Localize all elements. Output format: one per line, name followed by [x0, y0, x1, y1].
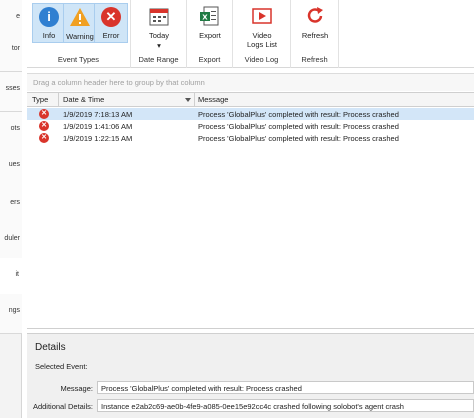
video-logs-list-button[interactable]: Video Logs List: [241, 3, 283, 49]
export-button[interactable]: X Export: [193, 3, 227, 43]
grid-header: Type Date & Time Message: [27, 93, 474, 107]
ribbon-group-export: X Export Export: [187, 0, 233, 68]
nav-item-8-selected[interactable]: it: [0, 258, 22, 298]
export-label: Export: [199, 31, 221, 40]
row-datetime: 1/9/2019 1:41:06 AM: [63, 122, 133, 131]
date-range-group-label: Date Range: [138, 55, 179, 64]
nav-item-2[interactable]: tor: [0, 32, 22, 72]
nav-item-label: tor: [11, 45, 20, 52]
nav-item-4[interactable]: ots: [0, 112, 22, 152]
video-logs-list-label-1: Video: [252, 31, 272, 40]
additional-details-label: Additional Details:: [32, 402, 93, 411]
column-header-type[interactable]: Type: [32, 95, 48, 104]
event-log-window: e tor sses ots ues ers duler it ngs i In…: [0, 0, 474, 418]
video-log-group-label: Video Log: [244, 55, 279, 64]
details-title: Details: [35, 342, 66, 353]
event-types-group-label: Event Types: [57, 55, 100, 64]
error-label: Error: [102, 31, 120, 40]
warning-icon: [70, 8, 90, 26]
nav-item-3[interactable]: sses: [0, 72, 22, 112]
nav-item-6[interactable]: ers: [0, 186, 22, 226]
nav-item-label: it: [15, 271, 20, 278]
ribbon-group-video-log: Video Logs List Video Log: [233, 0, 291, 68]
nav-item-5[interactable]: ues: [0, 148, 22, 188]
video-icon: [252, 8, 272, 24]
nav-item-label: ers: [10, 199, 20, 206]
left-navigation: e tor sses ots ues ers duler it ngs: [0, 0, 22, 418]
error-icon: ✕: [39, 109, 49, 119]
selected-event-label: Selected Event:: [35, 362, 88, 371]
today-dropdown-button[interactable]: Today ▾: [142, 3, 176, 50]
column-divider: [58, 93, 59, 107]
nav-item-9[interactable]: ngs: [0, 294, 22, 334]
row-datetime: 1/9/2019 1:22:15 AM: [63, 134, 133, 143]
warning-label: Warning: [66, 32, 94, 41]
group-by-panel[interactable]: Drag a column header here to group by th…: [27, 73, 474, 91]
row-datetime: 1/9/2019 7:18:13 AM: [63, 110, 133, 119]
ribbon-group-event-types: i Info Warning ✕ Error Event Types: [27, 0, 131, 68]
table-row[interactable]: ✕ 1/9/2019 7:18:13 AM Process 'GlobalPlu…: [27, 108, 474, 120]
table-row[interactable]: ✕ 1/9/2019 1:41:06 AM Process 'GlobalPlu…: [27, 120, 474, 132]
ribbon-group-date-range: Today ▾ Date Range: [131, 0, 187, 68]
events-grid: Type Date & Time Message ✕ 1/9/2019 7:18…: [27, 92, 474, 329]
column-divider: [194, 93, 195, 107]
export-group-label: Export: [198, 55, 221, 64]
nav-item-7[interactable]: duler: [0, 222, 22, 262]
calendar-icon: [149, 8, 169, 26]
svg-text:X: X: [202, 14, 208, 22]
video-logs-list-label-2: Logs List: [246, 40, 278, 49]
sort-descending-icon: [185, 98, 191, 102]
row-message: Process 'GlobalPlus' completed with resu…: [198, 134, 399, 143]
info-icon: i: [39, 7, 59, 27]
refresh-icon: [307, 7, 323, 23]
nav-item-label: ues: [8, 161, 20, 168]
column-header-datetime[interactable]: Date & Time: [63, 95, 104, 104]
details-panel: Details Selected Event: Message: Process…: [27, 333, 474, 418]
nav-item-label: ots: [10, 125, 20, 132]
ribbon-toolbar: i Info Warning ✕ Error Event Types Today…: [27, 0, 474, 68]
info-toggle-button[interactable]: i Info: [32, 3, 66, 43]
ribbon-group-refresh: Refresh Refresh: [291, 0, 339, 68]
error-icon: ✕: [39, 133, 49, 143]
row-message: Process 'GlobalPlus' completed with resu…: [198, 122, 399, 131]
chevron-down-icon: ▾: [157, 41, 161, 50]
nav-item-label: sses: [5, 85, 20, 92]
message-label: Message:: [60, 384, 93, 393]
warning-toggle-button[interactable]: Warning: [63, 3, 97, 43]
group-by-hint: Drag a column header here to group by th…: [33, 78, 205, 87]
error-toggle-button[interactable]: ✕ Error: [94, 3, 128, 43]
column-header-message[interactable]: Message: [198, 95, 228, 104]
additional-details-field[interactable]: Instance e2ab2c69-ae0b-4fe9-a085-0ee15e9…: [97, 399, 474, 412]
info-label: Info: [42, 31, 56, 40]
error-icon: ✕: [39, 121, 49, 131]
nav-item-label: ngs: [8, 307, 20, 314]
excel-export-icon: X: [200, 6, 219, 26]
today-label: Today: [148, 31, 169, 40]
row-message: Process 'GlobalPlus' completed with resu…: [198, 110, 399, 119]
table-row[interactable]: ✕ 1/9/2019 1:22:15 AM Process 'GlobalPlu…: [27, 132, 474, 144]
refresh-label: Refresh: [301, 31, 329, 40]
nav-item-label: e: [16, 13, 20, 20]
message-field[interactable]: Process 'GlobalPlus' completed with resu…: [97, 381, 474, 394]
nav-item-label: duler: [4, 235, 20, 242]
refresh-button[interactable]: Refresh: [298, 3, 332, 43]
error-icon: ✕: [101, 7, 121, 27]
refresh-group-label: Refresh: [301, 55, 328, 64]
